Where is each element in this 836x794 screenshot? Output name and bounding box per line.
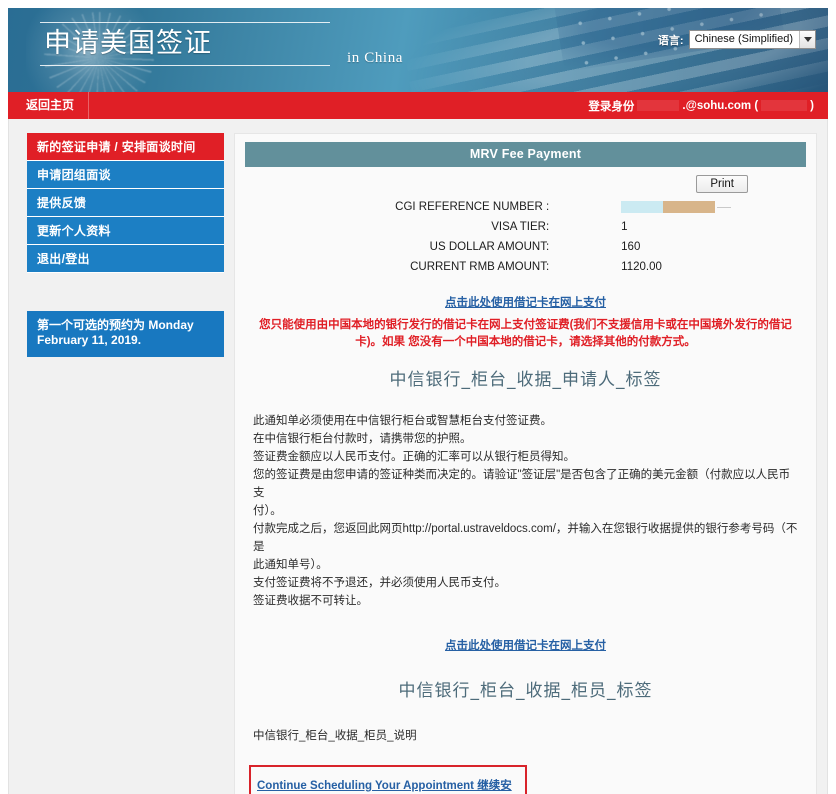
online-payment-link-bottom-wrap: 点击此处使用借记卡在网上支付 <box>245 636 806 654</box>
fee-value: 1120.00 <box>621 261 662 274</box>
redaction-block-blue <box>621 201 664 213</box>
sidebar-item-label: 退出/登出 <box>37 252 90 266</box>
warning-line-2: 您没有一个中国本地的借记卡，请选择其他的付款方式。 <box>408 336 696 349</box>
login-email: .@sohu.com ( <box>682 99 759 112</box>
first-available-appointment-notice: 第一个可选的预约为 Monday February 11, 2019. <box>27 311 224 357</box>
instruction-line: 此通知单必须使用在中信银行柜台或智慧柜台支付签证费。 <box>253 415 552 428</box>
bank-receipt-clerk-note: 中信银行_柜台_收据_柜员_说明 <box>253 730 417 743</box>
top-navigation-bar: 返回主页 登录身份 .@sohu.com ( ) <box>8 92 828 119</box>
sidebar-item-label: 更新个人资料 <box>37 224 111 238</box>
page-root: 申请美国签证 in China 语言: Chinese (Simplified)… <box>0 0 836 794</box>
online-payment-link-bottom[interactable]: 点击此处使用借记卡在网上支付 <box>445 640 606 652</box>
sidebar-item-label: 新的签证申请 / 安排面谈时间 <box>37 140 196 154</box>
instruction-line: 签证费收据不可转让。 <box>253 595 368 608</box>
sidebar-item-sign-out[interactable]: 退出/登出 <box>27 245 224 273</box>
sidebar-item-new-application[interactable]: 新的签证申请 / 安排面谈时间 <box>27 133 224 161</box>
site-banner: 申请美国签证 in China 语言: Chinese (Simplified) <box>8 8 828 92</box>
instruction-line: 付款完成之后，您返回此网页http://portal.ustraveldocs.… <box>253 523 798 554</box>
main-content-panel: MRV Fee Payment Print CGI REFERENCE NUMB… <box>234 133 817 794</box>
instruction-line: 此通知单号）。 <box>253 559 328 572</box>
instruction-line: 签证费金额应以人民币支付。正确的汇率可以从银行柜员得知。 <box>253 451 575 464</box>
payment-instructions: 此通知单必须使用在中信银行柜台或智慧柜台支付签证费。 在中信银行柜台付款时，请携… <box>253 412 798 610</box>
sidebar-item-update-profile[interactable]: 更新个人资料 <box>27 217 224 245</box>
language-label: 语言: <box>657 34 684 47</box>
fee-value: 1 <box>621 221 628 234</box>
table-row: VISA TIER: 1 <box>245 217 806 237</box>
site-subtitle: in China <box>347 50 404 66</box>
debit-card-warning: 您只能使用由中国本地的银行发行的借记卡在网上支付签证费(我们不支援信用卡或在中国… <box>259 317 792 351</box>
instruction-line: 支付签证费将不予退还，并必须使用人民币支付。 <box>253 577 506 590</box>
sidebar-item-label: 申请团组面谈 <box>37 168 111 182</box>
print-button[interactable]: Print <box>696 175 748 193</box>
sidebar: 新的签证申请 / 安排面谈时间 申请团组面谈 提供反馈 更新个人资料 退出/登出… <box>19 133 224 794</box>
fee-label: CURRENT RMB AMOUNT: <box>410 261 550 274</box>
table-row: US DOLLAR AMOUNT: 160 <box>245 237 806 257</box>
instruction-line: 付）。 <box>253 505 282 518</box>
fee-value-redacted <box>559 197 806 217</box>
sidebar-item-label: 提供反馈 <box>37 196 87 210</box>
login-email-suffix: ) <box>810 99 814 112</box>
fee-label: US DOLLAR AMOUNT: <box>429 241 550 254</box>
fee-label: VISA TIER: <box>491 221 550 234</box>
panel-title: MRV Fee Payment <box>245 142 806 167</box>
redaction-dash <box>717 206 732 208</box>
table-row: CGI REFERENCE NUMBER : <box>245 197 806 217</box>
banner-rule-bottom <box>40 65 330 66</box>
fee-details-table: CGI REFERENCE NUMBER : VISA TIER: 1 US D… <box>245 197 806 277</box>
login-email-redaction-2 <box>761 100 808 111</box>
bank-receipt-applicant-title: 中信银行_柜台_收据_申请人_标签 <box>389 370 662 391</box>
us-flag-decoration <box>398 8 828 92</box>
redaction-block-tan <box>663 201 716 213</box>
fee-value: 160 <box>621 241 641 254</box>
language-selected-value: Chinese (Simplified) <box>694 33 793 45</box>
login-email-redaction-1 <box>637 100 680 111</box>
home-link[interactable]: 返回主页 <box>8 92 90 119</box>
bank-receipt-clerk-title: 中信银行_柜台_收据_柜员_标签 <box>398 681 653 702</box>
login-label: 登录身份 <box>588 100 635 113</box>
online-payment-link-top-wrap: 点击此处使用借记卡在网上支付 <box>245 293 806 311</box>
page-body: 新的签证申请 / 安排面谈时间 申请团组面谈 提供反馈 更新个人资料 退出/登出… <box>8 119 828 794</box>
site-title: 申请美国签证 <box>44 28 212 58</box>
continue-scheduling-highlight-box: Continue Scheduling Your Appointment 继续安… <box>249 765 527 794</box>
instruction-line: 您的签证费是由您申请的签证种类而决定的。请验证"签证层"是否包含了正确的美元金额… <box>253 469 791 500</box>
chevron-down-icon[interactable] <box>799 31 815 48</box>
sidebar-item-feedback[interactable]: 提供反馈 <box>27 189 224 217</box>
sidebar-item-group-interview[interactable]: 申请团组面谈 <box>27 161 224 189</box>
continue-scheduling-link[interactable]: Continue Scheduling Your Appointment 继续安… <box>257 780 512 794</box>
table-row: CURRENT RMB AMOUNT: 1120.00 <box>245 257 806 277</box>
print-row: Print <box>245 167 806 195</box>
banner-title-block: 申请美国签证 <box>40 22 330 66</box>
login-identity: 登录身份 .@sohu.com ( ) <box>588 98 814 114</box>
instruction-line: 在中信银行柜台付款时，请携带您的护照。 <box>253 433 472 446</box>
language-selector[interactable]: 语言: Chinese (Simplified) <box>658 30 816 49</box>
online-payment-link-top[interactable]: 点击此处使用借记卡在网上支付 <box>445 297 606 309</box>
fee-label: CGI REFERENCE NUMBER : <box>395 201 550 214</box>
language-dropdown[interactable]: Chinese (Simplified) <box>688 30 816 49</box>
